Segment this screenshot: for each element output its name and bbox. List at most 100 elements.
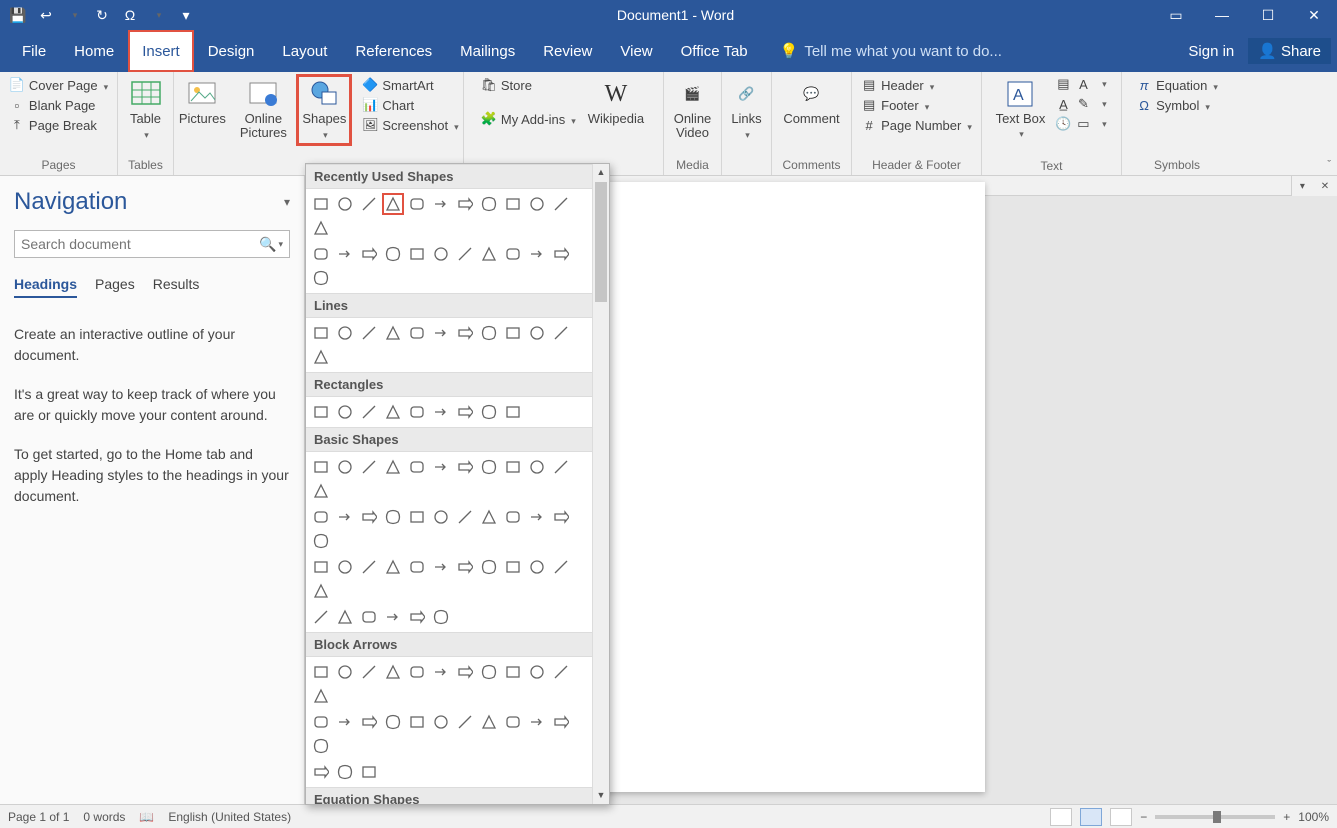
shape-item[interactable] bbox=[310, 661, 332, 683]
shape-item[interactable] bbox=[502, 322, 524, 344]
shape-item[interactable] bbox=[406, 556, 428, 578]
navigation-dropdown-icon[interactable]: ▾ bbox=[284, 195, 290, 209]
shape-item[interactable] bbox=[526, 661, 548, 683]
shape-item[interactable] bbox=[382, 606, 404, 628]
shape-item[interactable] bbox=[382, 456, 404, 478]
shape-item[interactable] bbox=[550, 506, 572, 528]
shape-item[interactable] bbox=[310, 761, 332, 783]
shape-item[interactable] bbox=[382, 661, 404, 683]
text-dd2-icon[interactable] bbox=[1095, 96, 1111, 112]
date-time-icon[interactable]: 🕓 bbox=[1055, 116, 1071, 132]
shape-item[interactable] bbox=[334, 661, 356, 683]
page-number-button[interactable]: #Page Number bbox=[859, 116, 974, 134]
footer-button[interactable]: ▤Footer bbox=[859, 96, 974, 114]
equation-button[interactable]: πEquation bbox=[1134, 76, 1220, 94]
shape-item[interactable] bbox=[550, 661, 572, 683]
shape-item[interactable] bbox=[406, 243, 428, 265]
shape-item[interactable] bbox=[382, 401, 404, 423]
tab-mailings[interactable]: Mailings bbox=[446, 30, 529, 72]
shape-item[interactable] bbox=[526, 506, 548, 528]
shape-item[interactable] bbox=[334, 506, 356, 528]
status-page[interactable]: Page 1 of 1 bbox=[8, 810, 69, 824]
shape-item[interactable] bbox=[478, 193, 500, 215]
shape-item[interactable] bbox=[430, 606, 452, 628]
symbol-button[interactable]: ΩSymbol bbox=[1134, 96, 1220, 114]
shape-item[interactable] bbox=[310, 217, 332, 239]
text-dd1-icon[interactable] bbox=[1095, 76, 1111, 92]
share-button[interactable]: 👤 Share bbox=[1248, 38, 1331, 64]
links-button[interactable]: 🔗 Links bbox=[721, 76, 773, 144]
shape-item[interactable] bbox=[406, 711, 428, 733]
omega-icon[interactable]: Ω bbox=[118, 3, 142, 27]
shape-item[interactable] bbox=[310, 401, 332, 423]
shape-item[interactable] bbox=[334, 711, 356, 733]
collapse-ribbon-icon[interactable]: ˇ bbox=[1327, 159, 1331, 171]
shape-item[interactable] bbox=[406, 506, 428, 528]
scroll-up-icon[interactable]: ▲ bbox=[593, 164, 609, 181]
shapes-scrollbar[interactable]: ▲ ▼ bbox=[592, 164, 609, 804]
shape-item[interactable] bbox=[454, 556, 476, 578]
tab-office-tab[interactable]: Office Tab bbox=[667, 30, 762, 72]
undo-icon[interactable]: ↩ bbox=[34, 3, 58, 27]
shape-item[interactable] bbox=[478, 711, 500, 733]
wikipedia-button[interactable]: W Wikipedia bbox=[584, 76, 648, 129]
shape-item[interactable] bbox=[406, 456, 428, 478]
shape-item[interactable] bbox=[334, 322, 356, 344]
shape-item[interactable] bbox=[478, 243, 500, 265]
header-button[interactable]: ▤Header bbox=[859, 76, 974, 94]
shape-item[interactable] bbox=[526, 711, 548, 733]
shape-item[interactable] bbox=[358, 556, 380, 578]
tab-file[interactable]: File bbox=[8, 30, 60, 72]
shape-item[interactable] bbox=[430, 556, 452, 578]
shape-item[interactable] bbox=[382, 193, 404, 215]
shape-item[interactable] bbox=[334, 606, 356, 628]
shape-item[interactable] bbox=[454, 506, 476, 528]
shape-item[interactable] bbox=[310, 735, 332, 757]
tab-references[interactable]: References bbox=[341, 30, 446, 72]
shape-item[interactable] bbox=[502, 401, 524, 423]
scroll-down-icon[interactable]: ▼ bbox=[593, 787, 609, 804]
shape-item[interactable] bbox=[382, 322, 404, 344]
redo-icon[interactable]: ↻ bbox=[90, 3, 114, 27]
signature-icon[interactable]: ✎ bbox=[1075, 96, 1091, 112]
shape-item[interactable] bbox=[358, 711, 380, 733]
tab-view[interactable]: View bbox=[606, 30, 666, 72]
shape-item[interactable] bbox=[310, 506, 332, 528]
zoom-in-icon[interactable]: + bbox=[1283, 810, 1290, 824]
shape-item[interactable] bbox=[334, 243, 356, 265]
ribbon-options-icon[interactable]: ▭ bbox=[1153, 0, 1199, 30]
shape-item[interactable] bbox=[526, 322, 548, 344]
blank-page-button[interactable]: ▫Blank Page bbox=[7, 96, 110, 114]
shape-item[interactable] bbox=[478, 456, 500, 478]
shape-item[interactable] bbox=[310, 322, 332, 344]
shape-item[interactable] bbox=[382, 243, 404, 265]
object-icon[interactable]: ▭ bbox=[1075, 116, 1091, 132]
shape-item[interactable] bbox=[454, 456, 476, 478]
shape-item[interactable] bbox=[430, 322, 452, 344]
scroll-thumb[interactable] bbox=[595, 182, 607, 302]
comment-button[interactable]: 💬 Comment bbox=[779, 76, 843, 129]
shape-item[interactable] bbox=[406, 661, 428, 683]
zoom-slider[interactable] bbox=[1155, 815, 1275, 819]
maximize-icon[interactable]: ☐ bbox=[1245, 0, 1291, 30]
shape-item[interactable] bbox=[526, 193, 548, 215]
pane-dropdown-icon[interactable]: ▾ bbox=[1300, 181, 1305, 192]
shape-item[interactable] bbox=[310, 530, 332, 552]
chart-button[interactable]: 📊Chart bbox=[360, 96, 460, 114]
tab-insert[interactable]: Insert bbox=[128, 30, 194, 72]
shape-item[interactable] bbox=[358, 401, 380, 423]
omega-dropdown[interactable] bbox=[146, 3, 170, 27]
shape-item[interactable] bbox=[334, 193, 356, 215]
shapes-button[interactable]: Shapes bbox=[298, 76, 350, 144]
shape-item[interactable] bbox=[310, 580, 332, 602]
shape-item[interactable] bbox=[382, 556, 404, 578]
shape-item[interactable] bbox=[358, 456, 380, 478]
drop-cap-icon[interactable]: A̲ bbox=[1055, 96, 1071, 112]
shape-item[interactable] bbox=[430, 711, 452, 733]
view-web-layout-icon[interactable] bbox=[1110, 808, 1132, 826]
shape-item[interactable] bbox=[502, 456, 524, 478]
shape-item[interactable] bbox=[478, 322, 500, 344]
shape-item[interactable] bbox=[430, 243, 452, 265]
shape-item[interactable] bbox=[310, 480, 332, 502]
shape-item[interactable] bbox=[502, 661, 524, 683]
